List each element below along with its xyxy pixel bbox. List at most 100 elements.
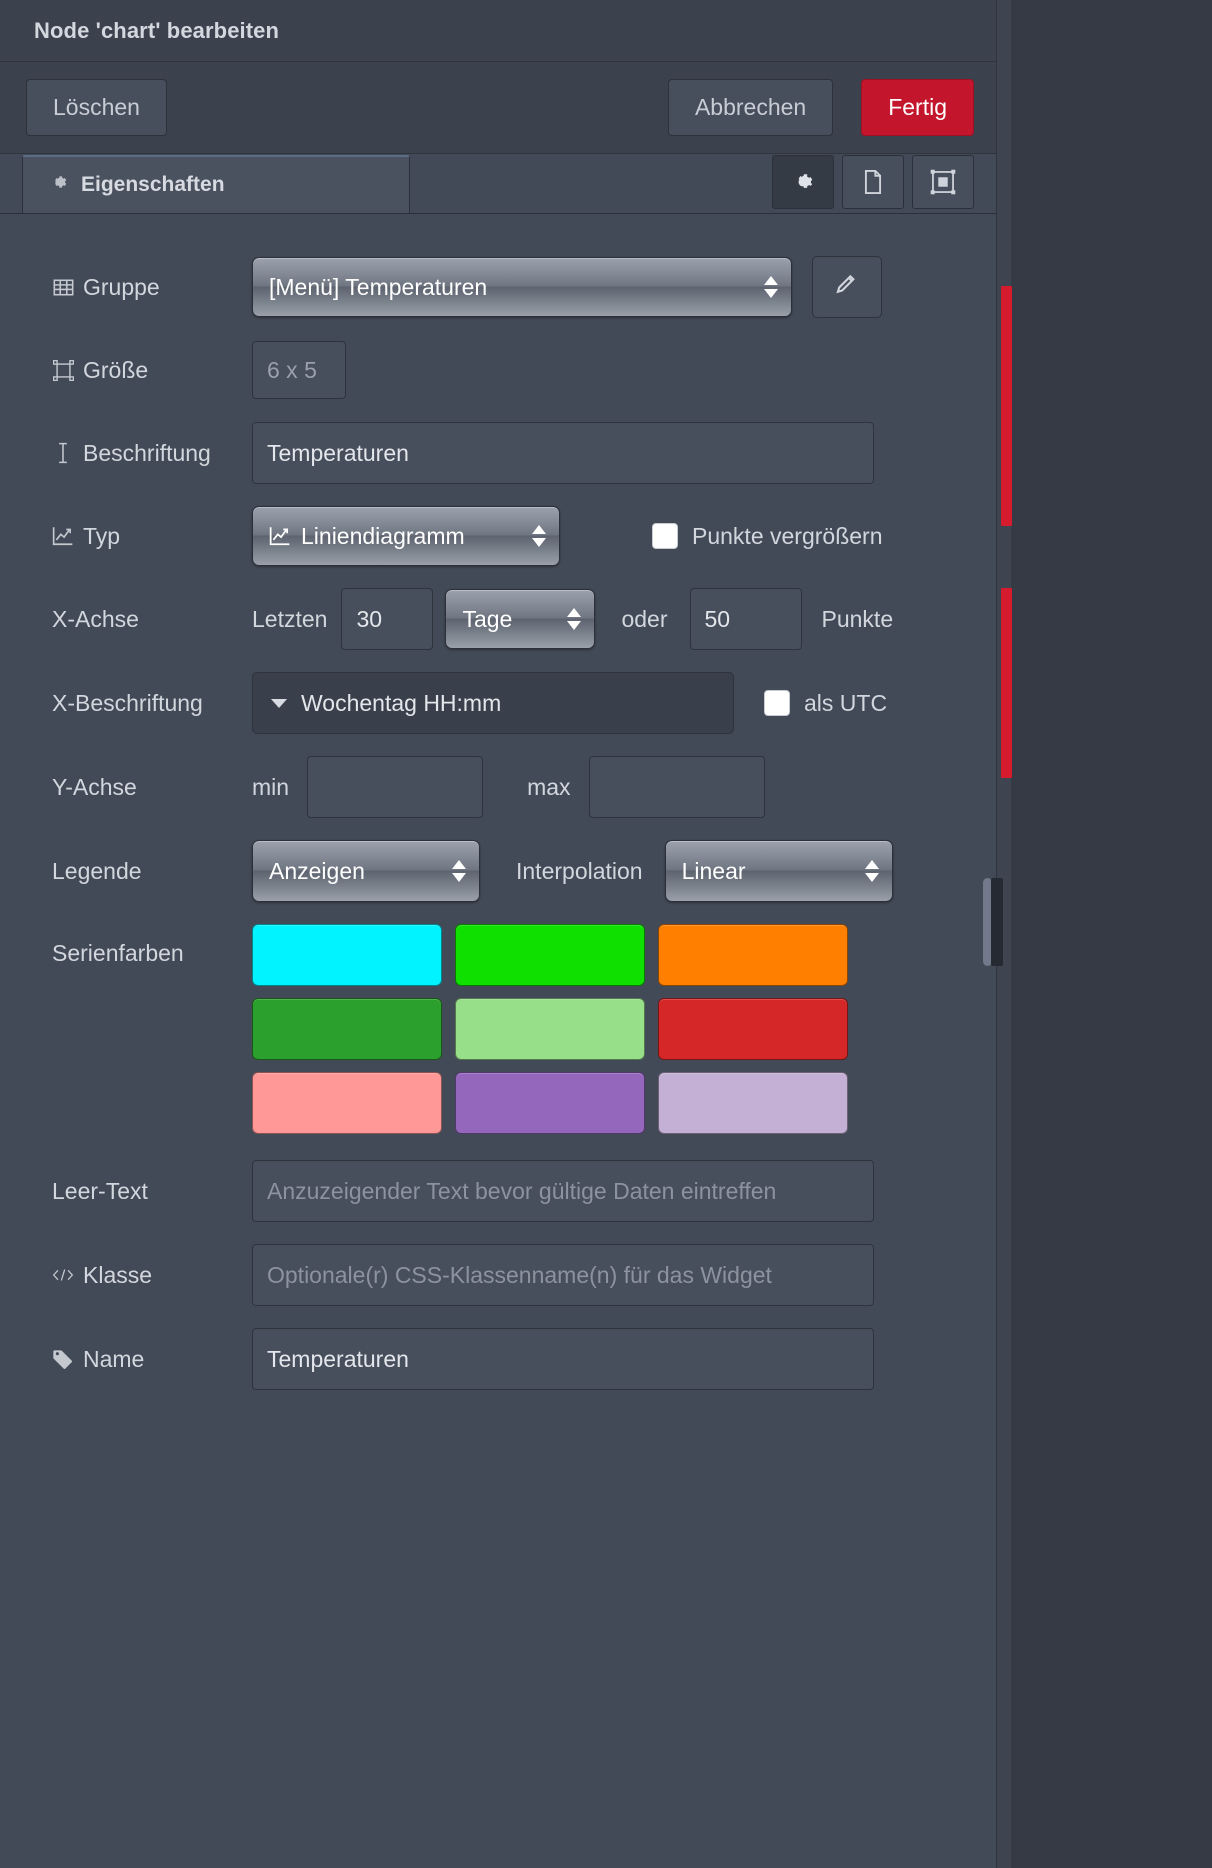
type-label-wrap: Typ <box>52 523 252 550</box>
xaxis-last-label: Letzten <box>252 605 328 632</box>
size-input[interactable] <box>252 341 346 399</box>
yaxis-label-wrap: Y-Achse <box>52 774 252 801</box>
xaxis-or-label: oder <box>621 605 668 632</box>
enlarge-points-label: Punkte vergrößern <box>692 522 883 549</box>
frame-icon <box>930 169 956 195</box>
name-label: Name <box>83 1345 145 1372</box>
legend-select[interactable]: Anzeigen <box>252 840 480 902</box>
group-edit-button[interactable] <box>812 256 882 318</box>
line-chart-icon <box>52 526 74 546</box>
caption-label: Beschriftung <box>83 439 211 466</box>
series-color-row <box>252 998 848 1060</box>
checkbox-box[interactable] <box>764 690 790 716</box>
name-label-wrap: Name <box>52 1346 252 1373</box>
dialog-header: Node 'chart' bearbeiten <box>0 0 996 62</box>
xlabel-value: Wochentag HH:mm <box>301 689 502 716</box>
xaxis-unit-select[interactable]: Tage <box>445 589 596 649</box>
css-class-input[interactable] <box>252 1244 874 1306</box>
tab-icon-button-group <box>772 155 974 209</box>
xaxis-label-wrap: X-Achse <box>52 606 252 633</box>
gear-icon <box>790 169 816 195</box>
delete-button[interactable]: Löschen <box>26 79 167 136</box>
group-select[interactable]: [Menü] Temperaturen <box>252 257 792 317</box>
yaxis-label: Y-Achse <box>52 773 137 800</box>
size-label: Größe <box>83 356 149 383</box>
series-color-row <box>252 924 848 986</box>
caption-label-wrap: Beschriftung <box>52 440 252 467</box>
type-select-value: Liniendiagramm <box>301 522 465 549</box>
row-legend: Legende Anzeigen Interpolation Linear <box>0 840 996 902</box>
legend-label-wrap: Legende <box>52 858 252 885</box>
row-group: Gruppe [Menü] Temperaturen <box>0 256 996 318</box>
dialog-toolbar: Löschen Abbrechen Fertig <box>0 62 996 154</box>
xlabel-label: X-Beschriftung <box>52 689 203 716</box>
xaxis-last-input[interactable] <box>341 588 434 650</box>
text-cursor-icon <box>52 442 74 464</box>
appearance-frame-icon-button[interactable] <box>912 155 974 209</box>
chevron-down-icon <box>271 698 287 708</box>
workspace-node-marker <box>1001 588 1012 778</box>
row-yaxis: Y-Achse min max <box>0 756 996 818</box>
interpolation-label: Interpolation <box>516 857 643 884</box>
tab-properties[interactable]: Eigenschaften <box>22 155 410 213</box>
utc-checkbox[interactable]: als UTC <box>764 690 887 717</box>
xaxis-points-input[interactable] <box>689 588 802 650</box>
code-icon <box>52 1266 74 1284</box>
series-color-swatch-2[interactable] <box>455 924 645 986</box>
xaxis-label: X-Achse <box>52 605 139 632</box>
dialog-title: Node 'chart' bearbeiten <box>34 17 280 43</box>
editor-resize-handle[interactable] <box>991 878 1003 966</box>
enlarge-points-checkbox[interactable]: Punkte vergrößern <box>652 523 882 550</box>
stepper-arrows-icon <box>532 525 546 547</box>
type-label: Typ <box>83 522 121 549</box>
yaxis-max-input[interactable] <box>588 756 765 818</box>
stepper-arrows-icon <box>764 276 778 298</box>
series-color-swatch-9[interactable] <box>658 1072 848 1134</box>
name-input[interactable] <box>252 1328 874 1390</box>
caption-input[interactable] <box>252 422 874 484</box>
row-css-class: Klasse <box>0 1244 996 1306</box>
checkbox-box[interactable] <box>652 523 678 549</box>
series-color-swatch-1[interactable] <box>252 924 442 986</box>
done-button[interactable]: Fertig <box>861 79 974 136</box>
utc-label: als UTC <box>804 689 888 716</box>
series-color-swatch-5[interactable] <box>455 998 645 1060</box>
group-label-wrap: Gruppe <box>52 274 252 301</box>
description-document-icon-button[interactable] <box>842 155 904 209</box>
properties-form: Gruppe [Menü] Temperaturen Größe 6 x 5 B… <box>0 214 996 1868</box>
xlabel-combo[interactable]: Wochentag HH:mm <box>252 672 734 734</box>
row-name: Name <box>0 1328 996 1390</box>
css-class-label-wrap: Klasse <box>52 1262 252 1289</box>
properties-gear-icon-button[interactable] <box>772 155 834 209</box>
grid-icon <box>52 277 74 298</box>
series-color-swatch-7[interactable] <box>252 1072 442 1134</box>
legend-label: Legende <box>52 857 142 884</box>
document-icon <box>861 169 885 195</box>
empty-text-input[interactable] <box>252 1160 874 1222</box>
legend-value: Anzeigen <box>269 857 365 884</box>
resize-frame-icon <box>52 359 74 381</box>
series-color-swatch-3[interactable] <box>658 924 848 986</box>
type-select[interactable]: Liniendiagramm <box>252 506 560 566</box>
cancel-button[interactable]: Abbrechen <box>667 79 834 136</box>
yaxis-min-input[interactable] <box>307 756 484 818</box>
group-label: Gruppe <box>83 273 160 300</box>
row-xaxis: X-Achse Letzten Tage oder Punkte <box>0 588 996 650</box>
series-color-swatch-4[interactable] <box>252 998 442 1060</box>
tab-bar: Eigenschaften <box>0 154 996 214</box>
workspace-node-marker <box>1001 286 1012 526</box>
pencil-icon <box>834 272 860 303</box>
interpolation-value: Linear <box>681 857 746 884</box>
line-chart-icon <box>269 526 291 546</box>
yaxis-min-label: min <box>252 773 290 800</box>
xaxis-points-label: Punkte <box>821 605 894 632</box>
row-type: Typ Liniendiagramm Punkte vergrößern <box>0 506 996 566</box>
gear-icon <box>49 172 69 198</box>
tag-icon <box>52 1349 74 1369</box>
series-color-swatch-8[interactable] <box>455 1072 645 1134</box>
series-colors-label: Serienfarben <box>52 940 184 966</box>
row-caption: Beschriftung <box>0 422 996 484</box>
interpolation-select[interactable]: Linear <box>664 840 893 902</box>
row-xlabel: X-Beschriftung Wochentag HH:mm als UTC <box>0 672 996 734</box>
series-color-swatch-6[interactable] <box>658 998 848 1060</box>
